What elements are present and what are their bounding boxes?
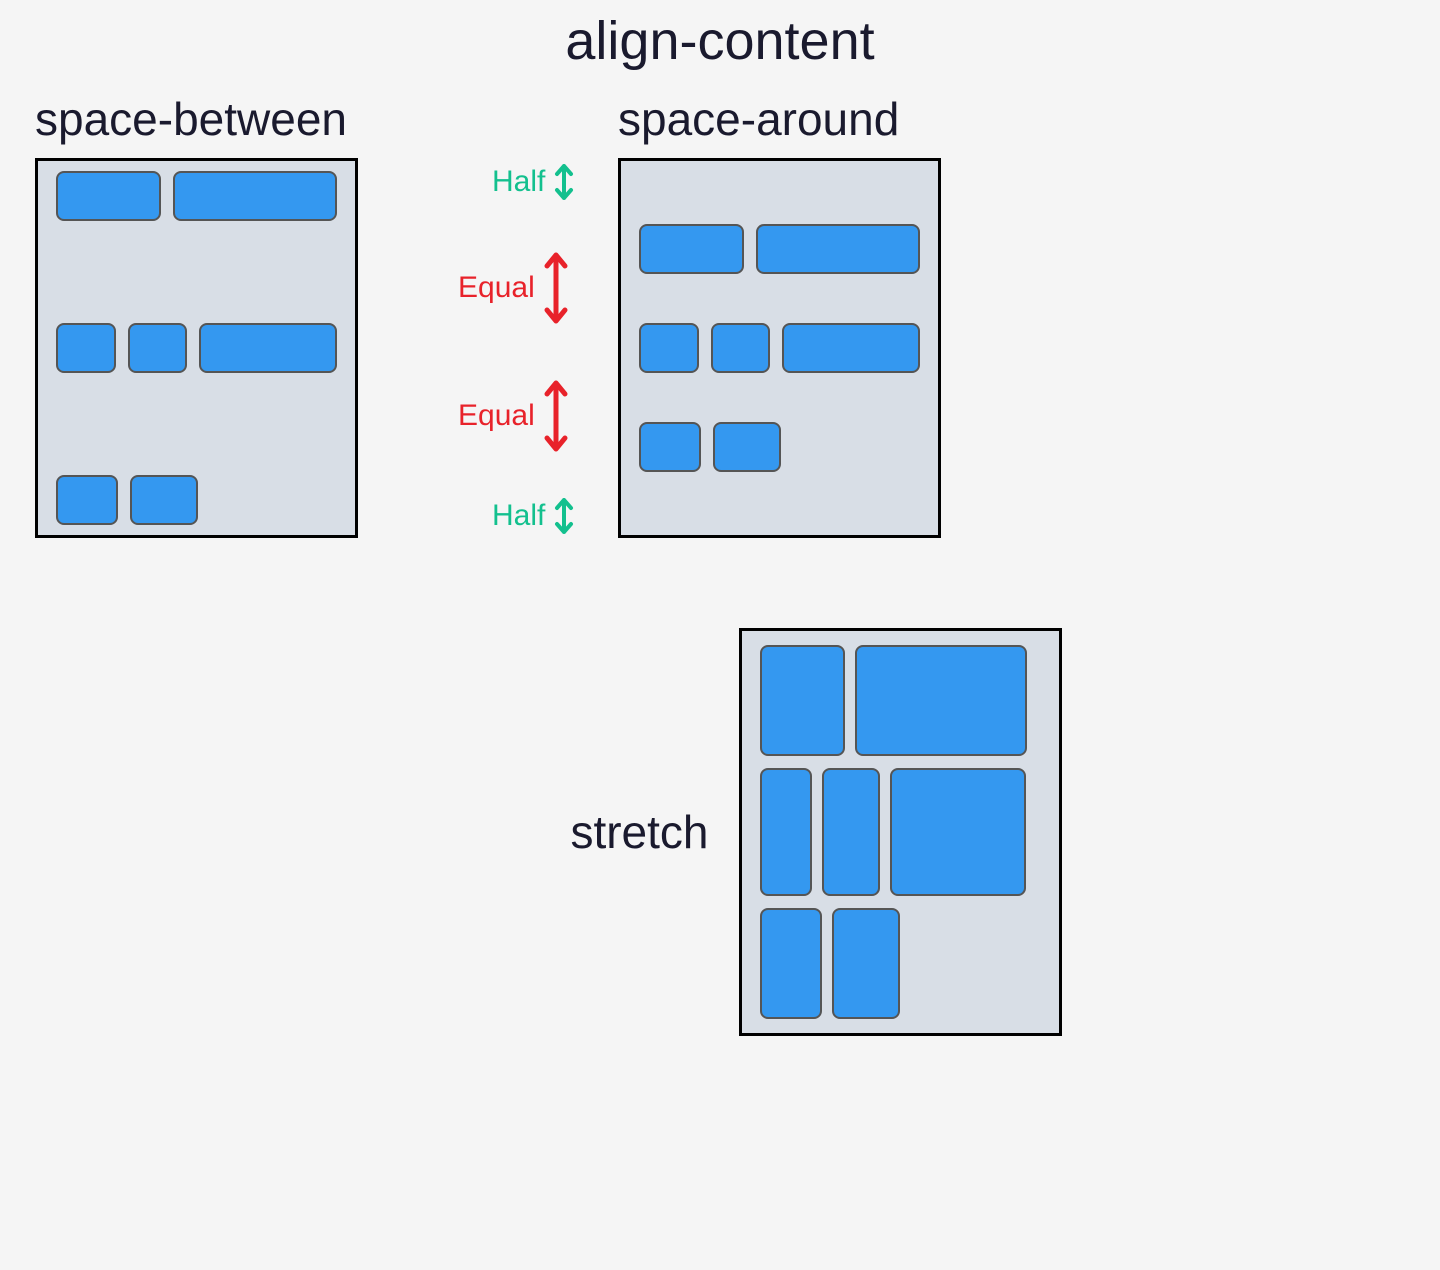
label-space-between: space-between [35,92,358,146]
flex-item [822,768,880,896]
flex-row [760,645,1041,756]
flex-row [56,475,337,525]
container-space-between [35,158,358,538]
annotation-text: Equal [458,399,535,433]
annotation-equal-1: Equal [458,252,573,324]
flex-item [713,422,781,472]
label-stretch: stretch [379,805,709,859]
flex-item [855,645,1027,756]
double-arrow-icon [549,164,579,200]
annotation-half-bottom: Half [492,498,579,534]
annotation-text: Half [492,165,545,199]
flex-item [173,171,337,221]
double-arrow-icon [539,252,573,324]
flex-item [711,323,771,373]
flex-item [639,323,699,373]
flex-item [639,422,701,472]
flex-row [56,323,337,373]
flex-item [760,768,812,896]
flex-row [56,171,337,221]
bottom-example-row: stretch [35,628,1405,1036]
flex-item [56,323,116,373]
flex-item [890,768,1026,896]
flex-row [639,323,920,373]
flex-item [56,171,161,221]
flex-row [760,908,1041,1019]
double-arrow-icon [549,498,579,534]
example-space-around: space-around Half [618,92,941,538]
flex-row [639,422,920,510]
annotation-half-top: Half [492,164,579,200]
container-space-around [618,158,941,538]
page-title: align-content [35,10,1405,72]
container-stretch [739,628,1062,1036]
label-space-around: space-around [618,92,941,146]
flex-item [128,323,188,373]
flex-item [760,908,822,1019]
double-arrow-icon [539,380,573,452]
top-examples-row: space-between space-around [35,92,1405,538]
flex-item [782,323,920,373]
annotation-equal-2: Equal [458,380,573,452]
flex-item [832,908,900,1019]
flex-row [760,768,1041,896]
flex-item [199,323,337,373]
flex-item [56,475,118,525]
flex-item [639,224,744,274]
flex-row [639,186,920,274]
flex-item [756,224,920,274]
annotation-text: Equal [458,271,535,305]
example-space-between: space-between [35,92,358,538]
annotation-text: Half [492,499,545,533]
flex-item [760,645,845,756]
flex-item [130,475,198,525]
